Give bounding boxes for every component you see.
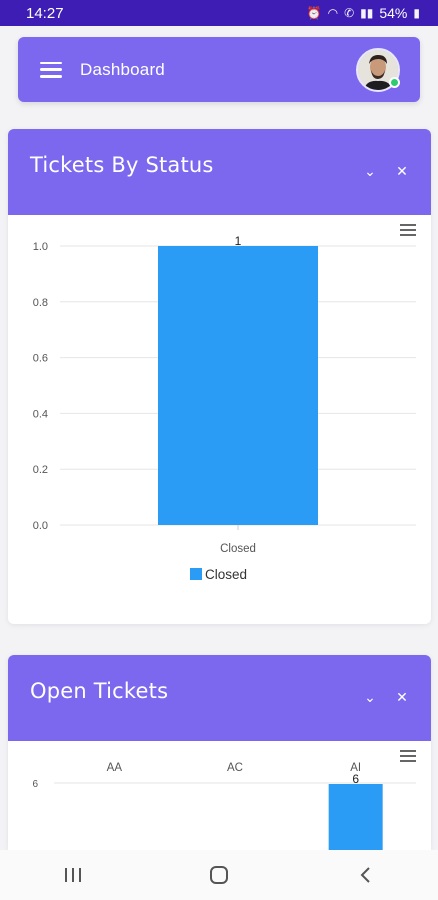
card-actions: ⌄ ✕ [363,163,409,180]
online-status-dot [389,76,400,88]
status-icons: ⏰ ◠ ✆ ▮▮ 54% ▮ [307,5,420,21]
recent-apps-button[interactable] [43,855,103,895]
card-actions: ⌄ ✕ [363,689,409,706]
call-icon: ✆ [344,6,355,20]
open-tickets-card: Open Tickets ⌄ ✕ 6 AA AC AI 6 [8,655,431,850]
y-tick-label: 1.0 [33,241,48,253]
app-header: Dashboard [18,37,420,102]
chevron-down-icon[interactable]: ⌄ [363,163,377,180]
bar [158,246,318,525]
y-tick-label: 6 [32,779,38,790]
y-tick-label: 0.8 [33,297,48,309]
system-nav-bar [0,850,438,900]
legend-swatch [190,568,202,580]
status-bar: 14:27 ⏰ ◠ ✆ ▮▮ 54% ▮ [0,0,438,26]
page-title: Dashboard [80,59,165,79]
avatar[interactable] [356,47,400,92]
card-title: Open Tickets [30,679,169,703]
back-icon [360,867,370,883]
bar-data-label: 1 [235,234,242,248]
card-header: Open Tickets ⌄ ✕ [8,655,431,741]
x-tick-label: Closed [220,543,256,555]
alarm-icon: ⏰ [306,6,322,20]
open-tickets-bar-chart: 6AA AC AI6 [32,762,416,850]
signal-icon: ▮▮ [360,6,374,20]
close-icon[interactable]: ✕ [395,689,409,706]
battery-percent: 54% [379,5,408,21]
chevron-down-icon[interactable]: ⌄ [363,689,377,706]
home-icon [210,866,228,884]
battery-icon: ▮ [413,6,420,20]
home-button[interactable] [189,855,249,895]
hamburger-icon[interactable] [40,61,62,78]
back-button[interactable] [335,855,395,895]
y-tick-label: 0.2 [33,464,48,476]
card-header: Tickets By Status ⌄ ✕ [8,129,431,215]
tickets-by-status-card: Tickets By Status ⌄ ✕ 0.0 0.2 0.4 0.6 0.8 1.0… [8,129,431,624]
status-bar-chart: 0.0 0.2 0.4 0.6 0.8 1.0 1 Closed Closed [33,234,416,582]
legend-label: Closed [205,567,247,582]
x-tick-label: AA [107,762,123,774]
x-tick-label: AC [227,762,243,774]
status-time: 14:27 [26,4,64,22]
wifi-icon: ◠ [327,6,339,20]
card-title: Tickets By Status [30,153,214,177]
y-tick-label: 0.4 [33,408,48,420]
y-tick-label: 0.6 [33,353,48,365]
recent-apps-icon [65,868,81,882]
bar-data-label: 6 [352,772,359,786]
y-tick-label: 0.0 [33,520,48,532]
close-icon[interactable]: ✕ [395,163,409,180]
bar [328,784,383,850]
